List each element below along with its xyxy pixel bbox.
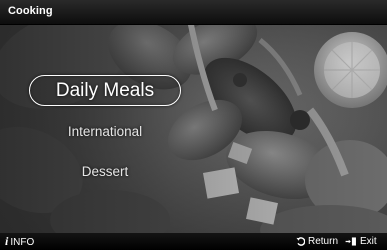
cooking-screen: Cooking Daily Meals International Desser… — [0, 0, 387, 250]
info-label: INFO — [10, 237, 35, 248]
return-label: Return — [308, 236, 339, 247]
return-button[interactable]: Return — [296, 236, 338, 247]
return-arrow-icon — [296, 237, 305, 246]
exit-button[interactable]: Exit — [345, 236, 377, 247]
menu-item-dessert[interactable]: Dessert — [30, 164, 180, 179]
title-bar: Cooking — [0, 0, 387, 25]
info-icon: i — [5, 234, 9, 248]
menu-item-international[interactable]: International — [30, 124, 180, 139]
info-button[interactable]: i INFO — [5, 235, 34, 248]
exit-door-icon — [345, 237, 356, 246]
screen-title: Cooking — [8, 5, 53, 17]
help-bar: i INFO Return Exit — [0, 233, 387, 250]
menu-item-daily-meals[interactable]: Daily Meals — [29, 75, 181, 106]
exit-label: Exit — [360, 236, 377, 247]
menu-item-label: Daily Meals — [55, 80, 155, 101]
